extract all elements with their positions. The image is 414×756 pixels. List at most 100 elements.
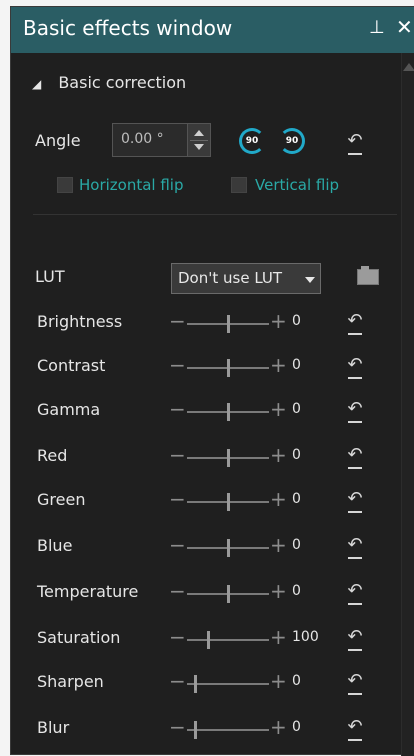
lut-label: LUT <box>35 267 65 286</box>
reset-icon[interactable]: ↶ <box>345 535 365 555</box>
increase-icon[interactable]: + <box>270 353 287 377</box>
adjustment-label: Blue <box>37 536 73 555</box>
section-basic-correction[interactable]: ◢ Basic correction <box>32 73 186 92</box>
decrease-icon[interactable]: − <box>169 533 186 557</box>
angle-reset-underline <box>348 153 362 155</box>
slider-thumb[interactable] <box>227 449 230 467</box>
decrease-icon[interactable]: − <box>169 397 186 421</box>
increase-icon[interactable]: + <box>270 533 287 557</box>
rotate-right-label: 90 <box>285 136 299 146</box>
adjustment-label: Sharpen <box>37 672 104 691</box>
angle-stepper[interactable] <box>187 123 211 157</box>
adjustment-label: Red <box>37 446 68 465</box>
folder-icon[interactable] <box>357 266 379 285</box>
increase-icon[interactable]: + <box>270 715 287 739</box>
adjustment-value: 0 <box>292 313 301 329</box>
reset-underline <box>348 603 362 605</box>
slider-thumb[interactable] <box>207 631 210 649</box>
stepper-up-icon[interactable] <box>194 130 204 136</box>
decrease-icon[interactable]: − <box>169 669 186 693</box>
pin-icon[interactable]: ⊥ <box>369 17 385 38</box>
reset-icon[interactable]: ↶ <box>345 717 365 737</box>
decrease-icon[interactable]: − <box>169 487 186 511</box>
reset-underline <box>348 333 362 335</box>
increase-icon[interactable]: + <box>270 669 287 693</box>
decrease-icon[interactable]: − <box>169 579 186 603</box>
decrease-icon[interactable]: − <box>169 309 186 333</box>
rotate-right-90-button[interactable]: 90 <box>279 128 305 154</box>
adjustment-row: Blue − +0 ↶ <box>11 533 414 563</box>
horizontal-flip-checkbox[interactable] <box>57 177 73 193</box>
adjustment-value: 0 <box>292 491 301 507</box>
increase-icon[interactable]: + <box>270 579 287 603</box>
reset-icon[interactable]: ↶ <box>345 399 365 419</box>
vertical-flip-checkbox[interactable] <box>231 177 247 193</box>
adjustment-label: Contrast <box>37 356 106 375</box>
slider-thumb[interactable] <box>227 493 230 511</box>
increase-icon[interactable]: + <box>270 625 287 649</box>
reset-icon[interactable]: ↶ <box>345 489 365 509</box>
scroll-up-icon[interactable] <box>403 63 414 71</box>
reset-underline <box>348 467 362 469</box>
adjustment-value: 0 <box>292 447 301 463</box>
rotate-left-label: 90 <box>245 136 259 146</box>
rotate-left-90-button[interactable]: 90 <box>239 128 265 154</box>
angle-reset-icon[interactable]: ↶ <box>345 131 365 151</box>
adjustment-row: Blur − +0 ↶ <box>11 715 414 745</box>
increase-icon[interactable]: + <box>270 309 287 333</box>
slider-track[interactable] <box>187 729 269 731</box>
vertical-flip-label[interactable]: Vertical flip <box>255 176 339 194</box>
increase-icon[interactable]: + <box>270 397 287 421</box>
reset-icon[interactable]: ↶ <box>345 445 365 465</box>
adjustment-row: Gamma − +0 ↶ <box>11 397 414 427</box>
close-icon[interactable]: ✕ <box>396 15 413 39</box>
slider-track[interactable] <box>187 683 269 685</box>
adjustment-label: Temperature <box>37 582 139 601</box>
chevron-down-icon <box>305 277 315 283</box>
adjustment-value: 0 <box>292 357 301 373</box>
decrease-icon[interactable]: − <box>169 353 186 377</box>
adjustment-value: 0 <box>292 719 301 735</box>
adjustment-row: Sharpen − +0 ↶ <box>11 669 414 699</box>
increase-icon[interactable]: + <box>270 487 287 511</box>
slider-thumb[interactable] <box>227 539 230 557</box>
slider-thumb[interactable] <box>227 315 230 333</box>
slider-thumb[interactable] <box>194 675 197 693</box>
decrease-icon[interactable]: − <box>169 715 186 739</box>
reset-icon[interactable]: ↶ <box>345 355 365 375</box>
adjustment-value: 0 <box>292 583 301 599</box>
basic-effects-window: Basic effects window ⊥ ✕ ◢ Basic correct… <box>10 6 414 756</box>
reset-underline <box>348 511 362 513</box>
slider-track[interactable] <box>187 639 269 641</box>
decrease-icon[interactable]: − <box>169 443 186 467</box>
adjustment-label: Gamma <box>37 400 101 419</box>
lut-dropdown[interactable]: Don't use LUT <box>171 263 321 294</box>
adjustment-value: 0 <box>292 673 301 689</box>
collapse-triangle-icon[interactable]: ◢ <box>32 77 41 91</box>
adjustment-row: Contrast − +0 ↶ <box>11 353 414 383</box>
section-label: Basic correction <box>58 73 187 92</box>
slider-thumb[interactable] <box>227 403 230 421</box>
reset-icon[interactable]: ↶ <box>345 581 365 601</box>
slider-thumb[interactable] <box>227 359 230 377</box>
adjustment-value: 0 <box>292 401 301 417</box>
reset-underline <box>348 557 362 559</box>
reset-icon[interactable]: ↶ <box>345 671 365 691</box>
window-title: Basic effects window <box>23 16 233 40</box>
adjustment-value: 0 <box>292 537 301 553</box>
lut-selected-value: Don't use LUT <box>178 269 283 287</box>
reset-icon[interactable]: ↶ <box>345 627 365 647</box>
reset-underline <box>348 421 362 423</box>
decrease-icon[interactable]: − <box>169 625 186 649</box>
stepper-down-icon[interactable] <box>194 144 204 150</box>
reset-underline <box>348 693 362 695</box>
increase-icon[interactable]: + <box>270 443 287 467</box>
reset-underline <box>348 739 362 741</box>
horizontal-flip-label[interactable]: Horizontal flip <box>79 176 184 194</box>
window-titlebar: Basic effects window ⊥ ✕ <box>11 7 414 53</box>
section-divider <box>33 214 397 215</box>
slider-thumb[interactable] <box>227 585 230 603</box>
slider-thumb[interactable] <box>194 721 197 739</box>
reset-icon[interactable]: ↶ <box>345 311 365 331</box>
adjustment-row: Red − +0 ↶ <box>11 443 414 473</box>
